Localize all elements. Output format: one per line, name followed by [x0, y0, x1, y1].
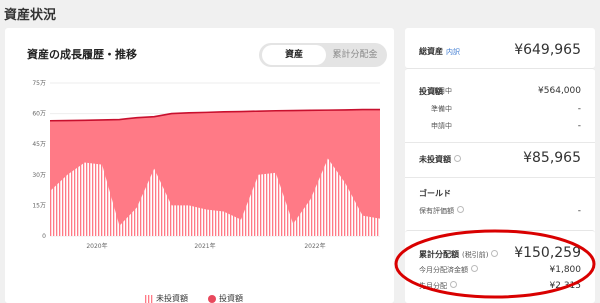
y-tick-label: 0: [42, 233, 46, 240]
total-assets-label: 総資産: [419, 47, 443, 56]
gold-label: ゴールド: [419, 189, 451, 198]
x-tick-label: 2021年: [194, 242, 215, 250]
divider: [405, 177, 595, 178]
divider: [405, 142, 595, 143]
help-icon[interactable]: [454, 155, 461, 162]
gold-valuation-row: 保有評価額 -: [419, 206, 581, 216]
running-label: 運用中: [431, 87, 452, 95]
preparing-label: 準備中: [431, 105, 452, 113]
y-tick-label: 75万: [32, 80, 46, 87]
applying-label: 申請中: [431, 122, 452, 130]
y-tick-label: 30万: [32, 172, 46, 179]
legend-uninvested-label: 未投資額: [156, 294, 188, 303]
help-icon[interactable]: [457, 206, 464, 213]
applying-row: 申請中 -: [431, 121, 581, 131]
running-value: ¥564,000: [538, 86, 581, 96]
gold-valuation-value: -: [577, 206, 581, 216]
total-assets-row: 総資産 内訳 ¥649,965: [419, 42, 581, 58]
legend-invested-label: 投資額: [219, 294, 243, 303]
preparing-row: 準備中 -: [431, 104, 581, 114]
uninvested-value: ¥85,965: [523, 150, 581, 166]
gold-valuation-label: 保有評価額: [419, 207, 454, 215]
page-title: 資産状況: [4, 8, 57, 23]
uninvested-row: 未投資額 ¥85,965: [419, 150, 581, 166]
total-assets-card: 総資産 内訳 ¥649,965: [405, 28, 595, 68]
gold-header-row: ゴールド: [419, 188, 581, 199]
preparing-value: -: [577, 104, 581, 114]
legend-swatch-dot: [208, 294, 216, 303]
legend-invested: 投資額: [208, 293, 243, 303]
y-tick-label: 15万: [32, 202, 46, 209]
x-tick-label: 2022年: [304, 242, 325, 250]
uninvested-label: 未投資額: [419, 155, 451, 164]
running-row: 運用中 ¥564,000: [427, 86, 581, 96]
total-assets-value: ¥649,965: [514, 42, 581, 58]
y-tick-label: 45万: [32, 141, 46, 148]
legend-swatch-stripes: [145, 294, 153, 303]
detail-link[interactable]: 内訳: [446, 47, 460, 57]
applying-value: -: [577, 121, 581, 131]
x-tick-label: 2020年: [86, 242, 107, 250]
asset-area-chart: 0 15万 30万 45万 60万 75万 2020年 2021年 2022年: [32, 80, 380, 250]
legend-uninvested: 未投資額: [145, 293, 188, 303]
highlight-ellipse: [394, 229, 596, 299]
asset-history-card: 資産の成長履歴・推移 資産 累計分配金 0 15万 30万 45万 60万 75万 202…: [5, 28, 394, 303]
y-tick-label: 60万: [32, 111, 46, 118]
